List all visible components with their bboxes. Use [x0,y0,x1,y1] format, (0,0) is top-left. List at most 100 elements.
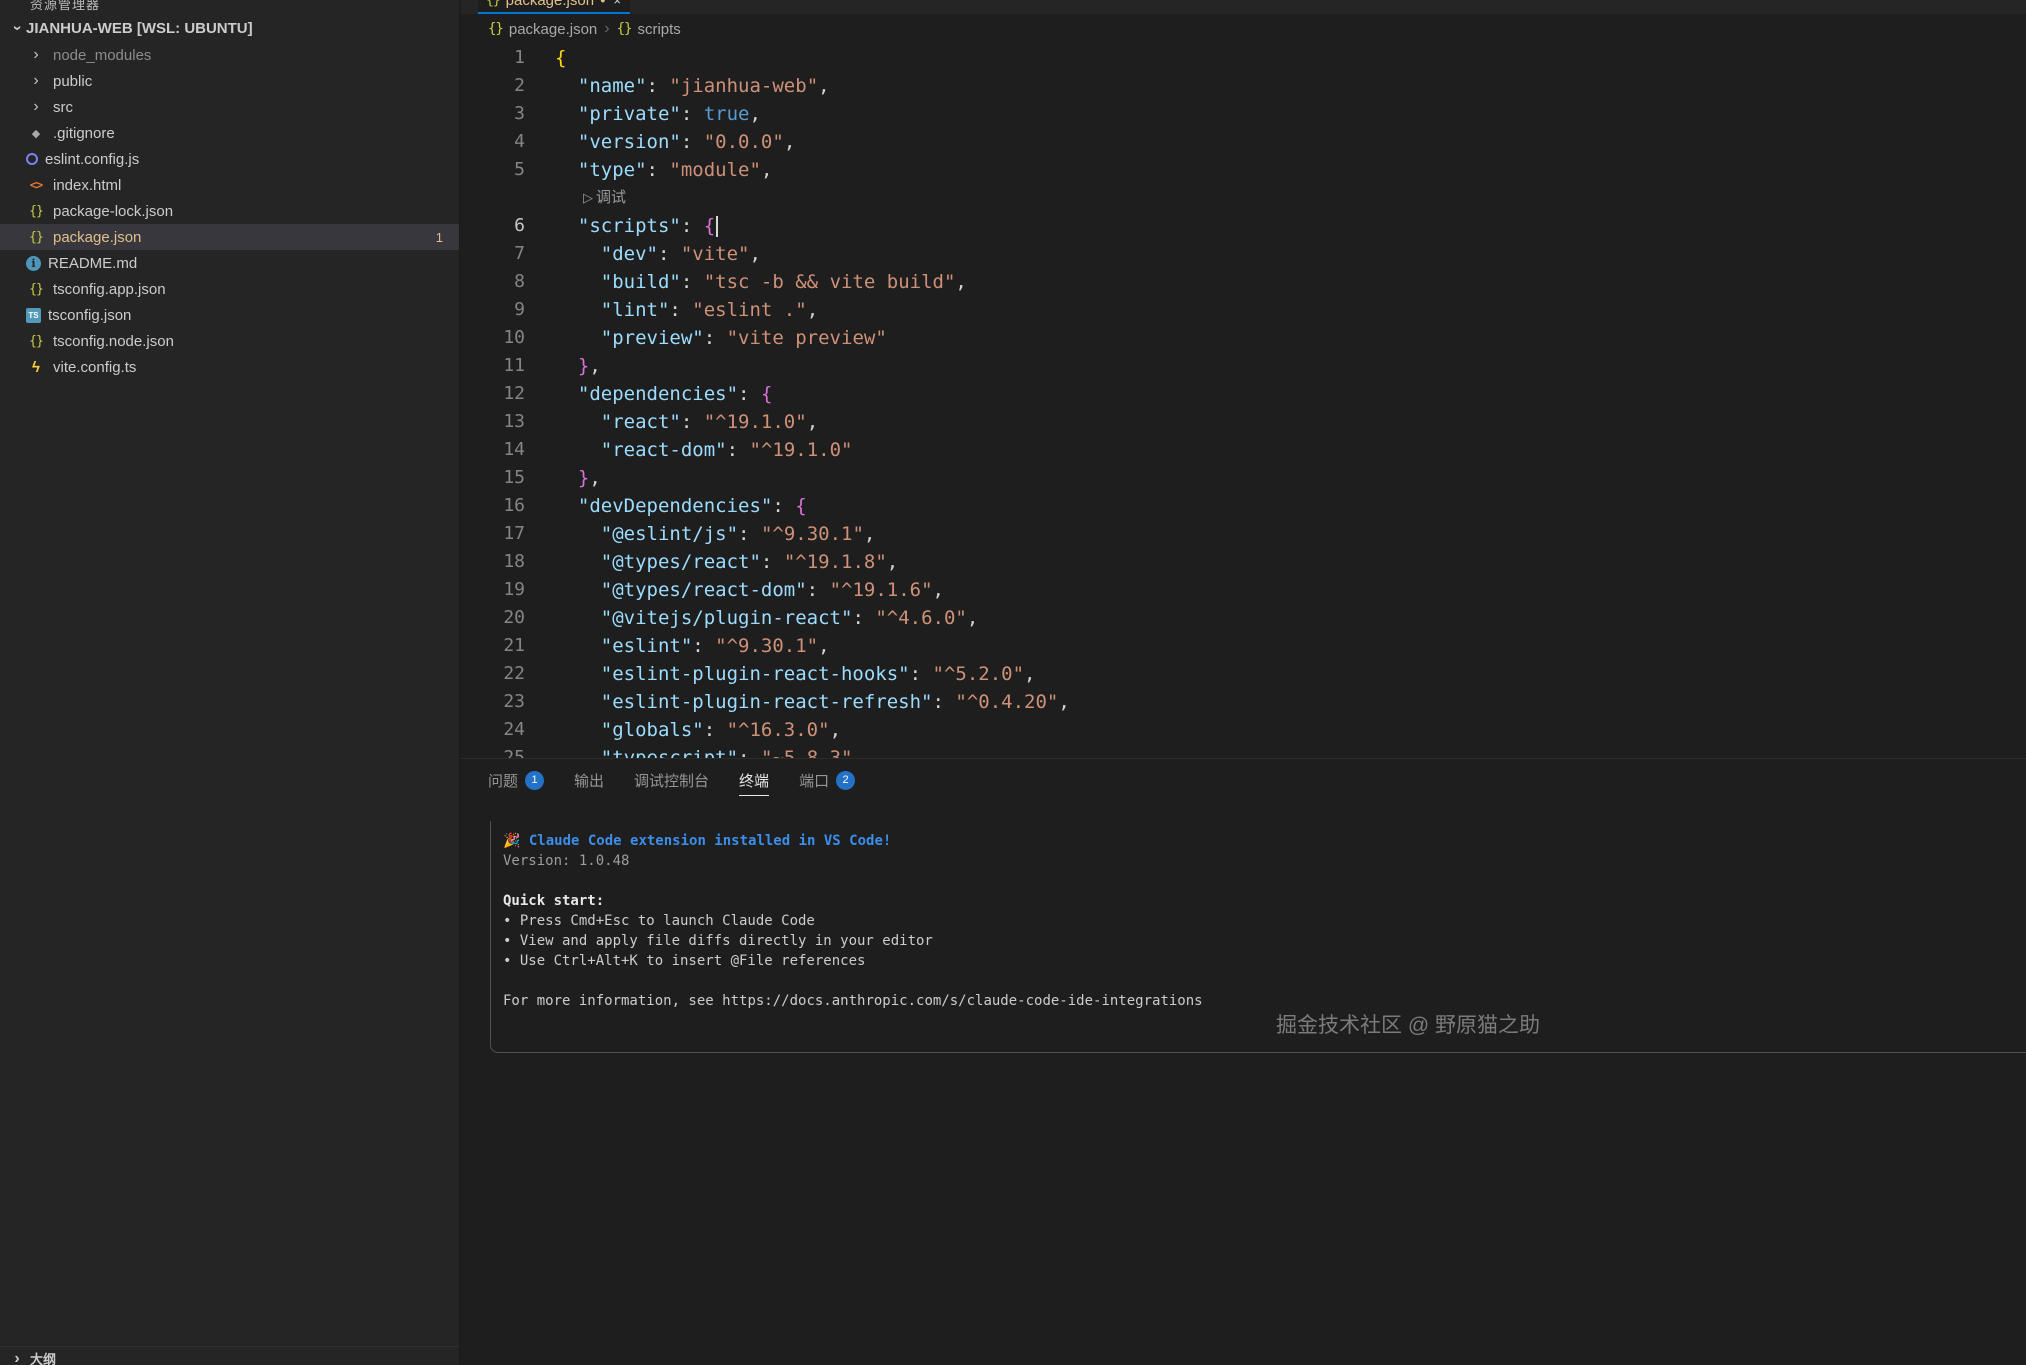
code-text: "dev": "vite", [555,240,761,268]
terminal-output[interactable]: 🎉 Claude Code extension installed in VS … [490,821,2026,1053]
code-line-14[interactable]: 14 "react-dom": "^19.1.0" [461,436,2026,464]
file-item-src[interactable]: ›src [0,94,459,120]
terminal-line: Quick start: [503,891,2026,911]
file-item-README.md[interactable]: i README.md [0,250,459,276]
code-text: }, [555,464,601,492]
code-text: "name": "jianhua-web", [555,72,830,100]
code-line-7[interactable]: 7 "dev": "vite", [461,240,2026,268]
panel-tab-端口[interactable]: 端口2 [799,759,855,801]
line-number: 21 [461,632,525,660]
line-number: 6 [461,212,525,240]
chevron-right-icon: › [604,20,609,38]
panel-tab-bar: 问题1 输出调试控制台终端端口2 [461,759,2026,801]
line-number: 18 [461,548,525,576]
code-line-25[interactable]: 25 "typescript": "~5.8.3", [461,744,2026,758]
terminal-line [503,871,2026,891]
code-text: { [555,44,566,72]
code-line-17[interactable]: 17 "@eslint/js": "^9.30.1", [461,520,2026,548]
file-item-package-lock.json[interactable]: {} package-lock.json [0,198,459,224]
line-number: 1 [461,44,525,72]
project-root[interactable]: › JIANHUA-WEB [WSL: UBUNTU] [0,14,459,42]
file-item-tsconfig.json[interactable]: TStsconfig.json [0,302,459,328]
line-number: 23 [461,688,525,716]
code-line-12[interactable]: 12 "dependencies": { [461,380,2026,408]
project-name: JIANHUA-WEB [WSL: UBUNTU] [26,20,253,37]
code-line-5[interactable]: 5 "type": "module", [461,156,2026,184]
editor-area: {} package.json ● × {}package.json › {}scr… [461,0,2026,1365]
code-line-1[interactable]: 1{ [461,44,2026,72]
code-line-2[interactable]: 2 "name": "jianhua-web", [461,72,2026,100]
tab-package-json[interactable]: {} package.json ● × [478,0,630,14]
code-line-13[interactable]: 13 "react": "^19.1.0", [461,408,2026,436]
file-item-.gitignore[interactable]: ◆.gitignore [0,120,459,146]
panel-tab-label: 问题 [488,770,518,791]
file-label: .gitignore [53,125,115,142]
code-line-11[interactable]: 11 }, [461,352,2026,380]
panel-tab-输出[interactable]: 输出 [574,759,604,801]
line-number: 2 [461,72,525,100]
code-line-18[interactable]: 18 "@types/react": "^19.1.8", [461,548,2026,576]
html-code-icon: <> [26,178,46,192]
code-line-21[interactable]: 21 "eslint": "^9.30.1", [461,632,2026,660]
code-text: "@eslint/js": "^9.30.1", [555,520,875,548]
line-number: 17 [461,520,525,548]
terminal-link[interactable]: https://docs.anthropic.com/s/claude-code… [722,993,1202,1009]
code-text: "eslint": "^9.30.1", [555,632,830,660]
explorer-sidebar: 资源管理器 › JIANHUA-WEB [WSL: UBUNTU] ›node_… [0,0,460,1365]
chevron-down-icon: › [8,19,26,37]
code-text: "lint": "eslint .", [555,296,818,324]
chevron-right-icon: › [8,1350,26,1365]
code-editor[interactable]: 1{2 "name": "jianhua-web",3 "private": t… [461,44,2026,758]
panel-tab-label: 端口 [799,770,829,791]
code-line-9[interactable]: 9 "lint": "eslint .", [461,296,2026,324]
codelens-debug[interactable]: ▷调试 [461,184,2026,212]
code-line-10[interactable]: 10 "preview": "vite preview" [461,324,2026,352]
json-braces-icon: {} [26,334,46,349]
watermark: 掘金技术社区 @ 野原猫之助 [1276,1009,1540,1039]
file-label: eslint.config.js [45,151,139,168]
chevron-right-icon: › [26,72,46,90]
code-line-24[interactable]: 24 "globals": "^16.3.0", [461,716,2026,744]
file-item-vite.config.ts[interactable]: ϟvite.config.ts [0,354,459,380]
file-item-tsconfig.node.json[interactable]: {} tsconfig.node.json [0,328,459,354]
breadcrumb-label: scripts [637,21,680,38]
code-line-4[interactable]: 4 "version": "0.0.0", [461,128,2026,156]
markdown-info-icon: i [26,256,41,271]
code-line-15[interactable]: 15 }, [461,464,2026,492]
file-item-package.json[interactable]: {}package.json1 [0,224,459,250]
file-item-index.html[interactable]: <>index.html [0,172,459,198]
line-number: 19 [461,576,525,604]
json-braces-icon: {} [26,204,46,219]
file-item-node_modules[interactable]: ›node_modules [0,42,459,68]
code-line-3[interactable]: 3 "private": true, [461,100,2026,128]
file-item-public[interactable]: ›public [0,68,459,94]
outline-section[interactable]: › 大纲 [0,1346,459,1365]
code-text: "eslint-plugin-react-refresh": "^0.4.20"… [555,688,1070,716]
breadcrumb-item-scripts[interactable]: {}scripts [617,21,681,38]
panel-tab-终端[interactable]: 终端 [739,759,769,801]
code-line-23[interactable]: 23 "eslint-plugin-react-refresh": "^0.4.… [461,688,2026,716]
file-label: package-lock.json [53,203,173,220]
file-item-eslint.config.js[interactable]: eslint.config.js [0,146,459,172]
breadcrumb-item-package.json[interactable]: {}package.json [488,21,597,38]
file-label: tsconfig.node.json [53,333,174,350]
file-label: src [53,99,73,116]
code-line-22[interactable]: 22 "eslint-plugin-react-hooks": "^5.2.0"… [461,660,2026,688]
bottom-panel: 问题1 输出调试控制台终端端口2 🎉 Claude Code extension … [461,758,2026,1365]
panel-tab-调试控制台[interactable]: 调试控制台 [634,759,709,801]
code-text: "@vitejs/plugin-react": "^4.6.0", [555,604,978,632]
vite-lightning-icon: ϟ [26,359,46,376]
code-line-20[interactable]: 20 "@vitejs/plugin-react": "^4.6.0", [461,604,2026,632]
codelens-label: 调试 [596,189,626,206]
code-text: "dependencies": { [555,380,772,408]
file-label: README.md [48,255,137,272]
code-line-6[interactable]: 6 "scripts": { [461,212,2026,240]
code-line-16[interactable]: 16 "devDependencies": { [461,492,2026,520]
close-icon[interactable]: × [614,0,622,8]
code-line-8[interactable]: 8 "build": "tsc -b && vite build", [461,268,2026,296]
line-number: 4 [461,128,525,156]
file-item-tsconfig.app.json[interactable]: {}tsconfig.app.json [0,276,459,302]
panel-tab-问题[interactable]: 问题1 [488,759,544,801]
code-line-19[interactable]: 19 "@types/react-dom": "^19.1.6", [461,576,2026,604]
line-number: 3 [461,100,525,128]
